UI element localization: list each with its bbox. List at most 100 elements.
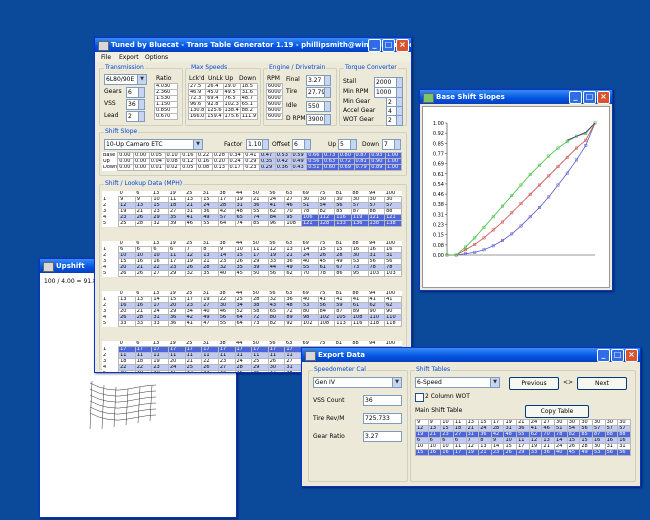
offset-stepper[interactable]: 6 [292, 139, 311, 150]
vss-stepper[interactable]: 36 [126, 99, 145, 110]
table-cell[interactable]: 0.00 [117, 164, 134, 171]
speedo-select[interactable]: Gen IV ▼ [313, 377, 402, 388]
table-cell[interactable]: 70 [301, 270, 319, 277]
table-cell[interactable]: 33 [528, 449, 543, 456]
table-cell[interactable]: 96 [267, 220, 286, 227]
vss-count-input[interactable]: 36 [363, 395, 402, 406]
table-cell[interactable]: 6000 [266, 95, 283, 102]
table-cell[interactable]: 30 [151, 370, 169, 372]
table-cell[interactable]: 55 [217, 320, 236, 327]
spin-icon[interactable] [350, 140, 356, 149]
table-cell[interactable]: 116 [350, 320, 369, 327]
table-cell[interactable]: 1.00 [385, 164, 402, 171]
table-cell[interactable]: 6000 [266, 89, 283, 96]
table-cell[interactable]: 73 [251, 320, 269, 327]
spin-icon[interactable] [304, 140, 310, 149]
spin-icon[interactable] [324, 115, 330, 124]
table-cell[interactable]: 37 [267, 370, 286, 372]
table-cell[interactable]: 45 [566, 449, 581, 456]
table-cell[interactable]: 55 [201, 220, 219, 227]
menu-options[interactable]: Options [145, 54, 168, 61]
spin-icon[interactable] [324, 88, 330, 97]
lead-stepper[interactable]: 2 [126, 111, 145, 122]
table-cell[interactable]: 36 [168, 320, 186, 327]
copy-table-button[interactable]: Copy Table [525, 405, 589, 418]
table-cell[interactable]: 138 [367, 220, 386, 227]
previous-button[interactable]: Previous [509, 377, 559, 390]
table-cell[interactable]: 56 [604, 449, 619, 456]
table-cell[interactable]: 33 [134, 320, 153, 327]
table-cell[interactable]: 102.3 [222, 101, 241, 108]
table-cell[interactable]: 0.01 [148, 164, 166, 171]
table-cell[interactable]: 27 [151, 270, 169, 277]
table-cell[interactable]: 6000 [266, 107, 283, 114]
main-titlebar[interactable]: Tuned by Bluecat - Trans Table Generator… [95, 38, 411, 52]
table-cell[interactable]: 36 [541, 449, 556, 456]
table-cell[interactable]: 0.79 [353, 164, 371, 171]
maximize-button[interactable]: □ [382, 39, 395, 52]
spin-icon[interactable] [138, 88, 144, 97]
table-cell[interactable]: 125.6 [205, 107, 224, 114]
chart-window[interactable]: Base Shift Slopes _ □ × 0.00 0.08 0.15 0.23… [419, 89, 613, 291]
table-cell[interactable]: 45 [234, 270, 253, 277]
gears-stepper[interactable]: 6 [126, 87, 145, 98]
table-cell[interactable]: 30 [118, 370, 136, 372]
main-window[interactable]: Tuned by Bluecat - Trans Table Generator… [94, 37, 412, 373]
wot-checkbox[interactable] [415, 393, 424, 402]
spin-icon[interactable] [262, 140, 268, 149]
table-cell[interactable]: 6000 [266, 83, 283, 90]
spin-icon[interactable] [138, 100, 144, 109]
table-cell[interactable]: 74 [234, 220, 253, 227]
table-cell[interactable]: 138 [384, 220, 402, 227]
wot-stepper[interactable]: 2 [386, 115, 403, 126]
table-cell[interactable]: 40 [217, 270, 236, 277]
close-button[interactable]: × [625, 349, 638, 362]
table-cell[interactable]: 35 [234, 370, 253, 372]
export-titlebar[interactable]: Export Data _ □ × [302, 348, 640, 362]
table-cell[interactable]: 34 [217, 370, 236, 372]
table-cell[interactable]: 53 [591, 449, 606, 456]
ratio-cell[interactable]: 0.670 [154, 113, 178, 120]
spin-icon[interactable] [396, 78, 402, 87]
table-cell[interactable]: 108 [284, 220, 302, 227]
table-cell[interactable]: 78 [317, 270, 336, 277]
table-cell[interactable]: 0.89 [369, 164, 386, 171]
table-cell[interactable]: 103 [367, 270, 386, 277]
chart-titlebar[interactable]: Base Shift Slopes _ □ × [420, 90, 612, 104]
table-cell[interactable]: 0.43 [290, 164, 308, 171]
table-cell[interactable]: 39 [168, 220, 186, 227]
export-window[interactable]: Export Data _ □ × Speedometer Cal Gen IV… [301, 347, 641, 487]
table-cell[interactable]: 0.51 [306, 164, 323, 171]
table-cell[interactable]: 25 [118, 220, 136, 227]
table-cell[interactable]: 36 [251, 370, 269, 372]
table-cell[interactable]: 0.02 [164, 164, 182, 171]
table-cell[interactable]: 32 [151, 220, 169, 227]
table-cell[interactable]: 0.17 [227, 164, 245, 171]
table-cell[interactable]: 56 [617, 449, 631, 456]
table-cell[interactable]: 85 [251, 220, 269, 227]
table-cell[interactable]: 64 [234, 320, 253, 327]
table-cell[interactable]: 32 [184, 270, 203, 277]
next-button[interactable]: Next [577, 377, 627, 390]
table-cell[interactable]: 41 [184, 320, 203, 327]
spin-icon[interactable] [324, 76, 330, 85]
table-cell[interactable]: 40 [554, 449, 568, 456]
spin-icon[interactable] [394, 140, 400, 149]
table-cell[interactable]: 26 [503, 449, 518, 456]
table-cell[interactable]: 166.0 [187, 113, 207, 120]
menu-file[interactable]: File [101, 54, 111, 61]
table-cell[interactable]: 19 [465, 449, 480, 456]
table-cell[interactable]: 136 [350, 220, 369, 227]
down-stepper[interactable]: 7 [382, 139, 401, 150]
table-cell[interactable]: 133 [334, 220, 352, 227]
maximize-button[interactable]: □ [583, 91, 596, 104]
up-stepper[interactable]: 5 [338, 139, 357, 150]
close-button[interactable]: × [597, 91, 610, 104]
table-cell[interactable]: 0.60 [322, 164, 339, 171]
minimize-button[interactable]: _ [368, 39, 381, 52]
table-cell[interactable]: 46 [184, 220, 203, 227]
maximize-button[interactable]: □ [611, 349, 624, 362]
table-cell[interactable]: 38 [284, 370, 302, 372]
table-cell[interactable]: 50 [251, 270, 269, 277]
table-cell[interactable]: 113 [334, 320, 352, 327]
